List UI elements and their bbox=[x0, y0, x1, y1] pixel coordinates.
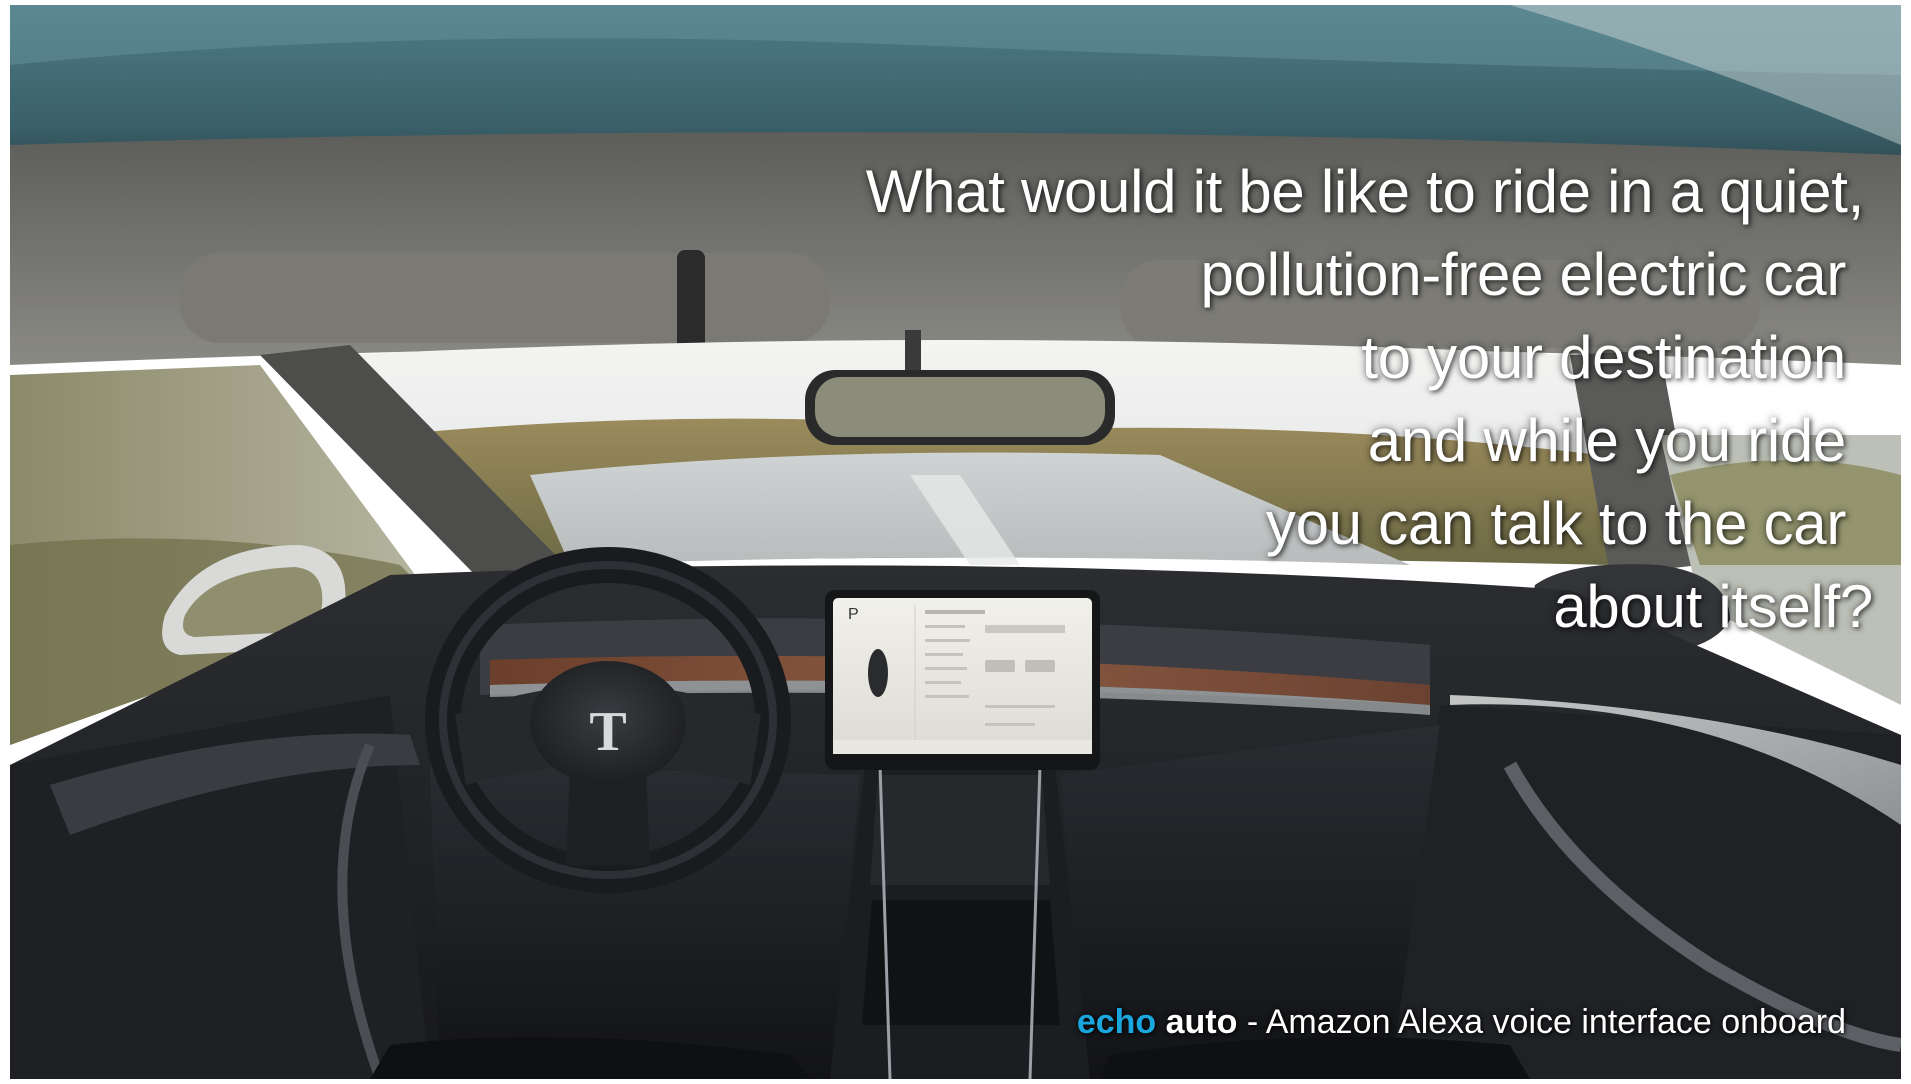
headline-line: about itself? bbox=[1553, 573, 1873, 640]
left-sun-visor bbox=[180, 253, 830, 343]
headline-line: to your destination bbox=[1361, 324, 1846, 391]
headline-overlay: What would it be like to ride in a quiet… bbox=[865, 150, 1874, 648]
tesla-logo-icon: T bbox=[589, 701, 626, 763]
headline-line: pollution-free electric car bbox=[1200, 241, 1846, 308]
headline-line: and while you ride bbox=[1367, 407, 1847, 474]
gear-indicator: P bbox=[848, 606, 859, 623]
headline-line: you can talk to the car bbox=[1265, 490, 1846, 557]
headline-line: What would it be like to ride in a quiet… bbox=[865, 158, 1865, 225]
caption-text: - Amazon Alexa voice interface onboard bbox=[1237, 1003, 1846, 1041]
echo-brand-word: echo bbox=[1076, 1003, 1157, 1041]
caption: echo auto - Amazon Alexa voice interface… bbox=[1077, 1003, 1846, 1042]
auto-brand-word: auto bbox=[1165, 1003, 1238, 1041]
